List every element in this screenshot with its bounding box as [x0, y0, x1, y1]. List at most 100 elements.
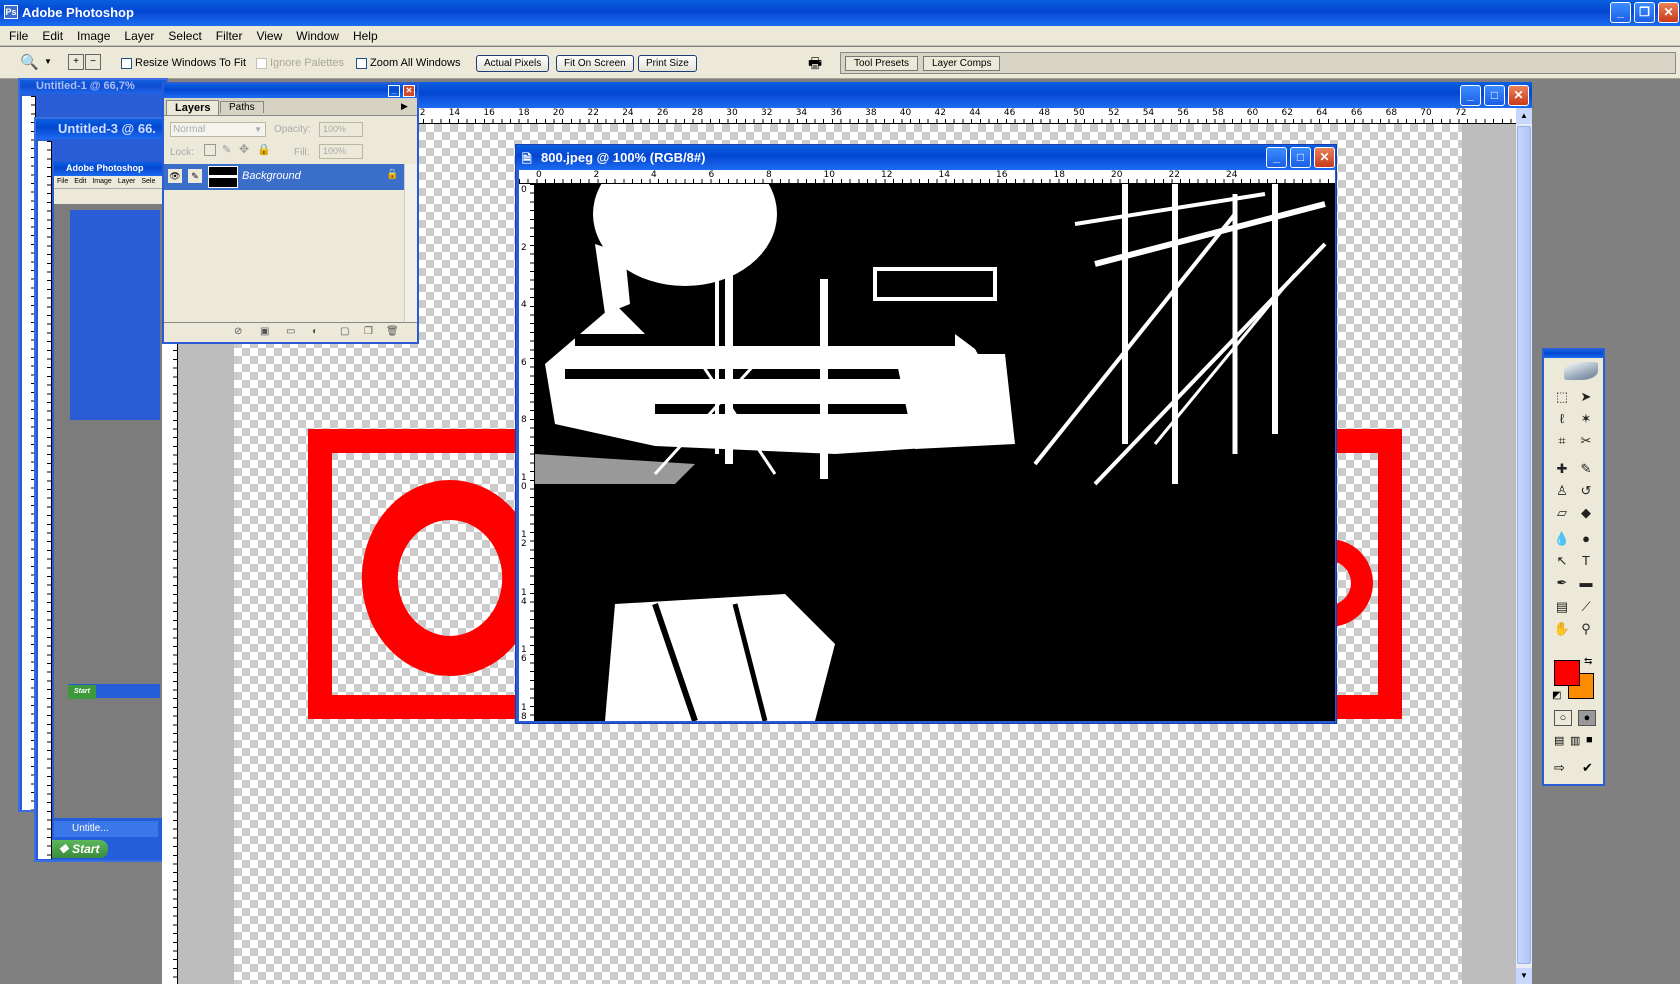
chevron-down-icon: ▼	[254, 125, 262, 134]
menu-file[interactable]: File	[2, 26, 35, 46]
menu-view[interactable]: View	[249, 26, 289, 46]
slice-icon[interactable]: ✂	[1576, 432, 1596, 450]
main-doc-v-scrollbar[interactable]: ▲ ▼	[1516, 108, 1532, 984]
blur-icon[interactable]: 💧	[1552, 530, 1572, 548]
screen-mode-standard-icon[interactable]: ▤	[1554, 734, 1564, 747]
fill-label: Fill:	[294, 147, 310, 158]
tab-paths[interactable]: Paths	[220, 101, 264, 113]
zoom-tool-icon[interactable]: 🔍	[20, 53, 39, 71]
eye-icon[interactable]: 👁	[168, 169, 182, 183]
scroll-up-icon[interactable]: ▲	[1516, 108, 1532, 124]
new-layer-icon[interactable]: ❐	[364, 326, 373, 337]
lock-brush-icon[interactable]: ✎	[222, 143, 231, 156]
menu-filter[interactable]: Filter	[209, 26, 250, 46]
quick-mask-icon[interactable]: ●	[1578, 710, 1596, 726]
crop-icon[interactable]: ⌗	[1552, 432, 1572, 450]
healing-brush-icon[interactable]: ✚	[1552, 460, 1572, 478]
nested-photoshop-window[interactable]: Adobe Photoshop File Edit Image Layer Sele S…	[52, 160, 164, 850]
image-minimize-button[interactable]: _	[1266, 147, 1287, 168]
photo-content[interactable]	[535, 184, 1335, 721]
ruler-label: 34	[795, 108, 808, 118]
clone-stamp-icon[interactable]: ♙	[1552, 482, 1572, 500]
move-icon[interactable]: ➤	[1576, 388, 1596, 406]
zoom-out-icon[interactable]: −	[85, 54, 101, 70]
scroll-thumb[interactable]	[1517, 126, 1531, 964]
app-minimize-button[interactable]: _	[1610, 2, 1631, 23]
layer-mask-icon[interactable]: ▭	[286, 326, 295, 337]
paint-bucket-icon[interactable]: ◆	[1576, 504, 1596, 522]
menu-help[interactable]: Help	[346, 26, 385, 46]
ruler-label: 68	[1385, 108, 1398, 118]
zoom-in-icon[interactable]: +	[68, 54, 84, 70]
hand-icon[interactable]: ✋	[1552, 620, 1572, 638]
printer-icon[interactable]: 🖶	[808, 53, 822, 78]
eyedropper-icon[interactable]: ⟋	[1576, 598, 1596, 616]
app-close-button[interactable]: ✕	[1658, 2, 1679, 23]
lock-all-icon[interactable]: 🔒	[257, 143, 271, 156]
menu-edit[interactable]: Edit	[35, 26, 70, 46]
taskbar-task-button[interactable]: Untitle...	[54, 821, 158, 837]
scroll-down-icon[interactable]: ▼	[1516, 968, 1532, 984]
path-select-icon[interactable]: ↖	[1552, 552, 1572, 570]
blend-mode-select[interactable]: Normal ▼	[170, 122, 266, 137]
palette-minimize-button[interactable]: _	[388, 85, 400, 97]
zoom-all-windows-checkbox[interactable]: Zoom All Windows	[356, 57, 460, 69]
menu-image[interactable]: Image	[70, 26, 117, 46]
tab-layer-comps[interactable]: Layer Comps	[923, 56, 1001, 71]
layers-scrollbar[interactable]	[404, 164, 417, 322]
resize-windows-checkbox[interactable]: Resize Windows To Fit	[121, 57, 246, 69]
default-colors-icon[interactable]: ◩	[1552, 690, 1561, 701]
fill-input[interactable]: 100%	[319, 144, 363, 159]
shape-icon[interactable]: ▬	[1576, 574, 1596, 592]
tab-tool-presets[interactable]: Tool Presets	[845, 56, 919, 71]
lock-transparency-icon[interactable]	[204, 144, 216, 156]
print-size-button[interactable]: Print Size	[638, 55, 697, 72]
foreground-color-swatch[interactable]	[1554, 660, 1580, 686]
type-icon[interactable]: T	[1576, 552, 1596, 570]
lock-move-icon[interactable]: ✥	[239, 142, 249, 156]
jump-to-imageready-icon[interactable]: ⇨	[1554, 760, 1565, 776]
palette-close-button[interactable]: ✕	[403, 85, 415, 97]
commit-icon[interactable]: ✔	[1582, 760, 1593, 776]
pen-icon[interactable]: ✒	[1552, 574, 1572, 592]
layer-style-icon[interactable]: ▣	[260, 326, 269, 337]
ruler-label: 2	[593, 170, 600, 180]
brush-icon[interactable]: ✎	[1576, 460, 1596, 478]
new-group-icon[interactable]: ▢	[340, 326, 349, 337]
lasso-icon[interactable]: ℓ	[1552, 410, 1572, 428]
history-brush-icon[interactable]: ↺	[1576, 482, 1596, 500]
main-doc-close-button[interactable]: ✕	[1508, 85, 1529, 106]
image-maximize-button[interactable]: □	[1290, 147, 1311, 168]
app-restore-button[interactable]: ❐	[1634, 2, 1655, 23]
adjustment-layer-icon[interactable]: ◐	[312, 326, 318, 337]
nested-menu-file: File	[57, 178, 69, 185]
image-window[interactable]: 🗎 800.jpeg @ 100% (RGB/8#) _ □ ✕ 0 2 4 6 8 10…	[515, 144, 1337, 724]
screen-mode-full-icon[interactable]: ■	[1586, 734, 1593, 746]
main-doc-minimize-button[interactable]: _	[1460, 85, 1481, 106]
link-layers-icon[interactable]: ⊘	[234, 326, 242, 337]
standard-mode-icon[interactable]: ○	[1554, 710, 1572, 726]
eraser-icon[interactable]: ▱	[1552, 504, 1572, 522]
opacity-input[interactable]: 100%	[319, 122, 363, 137]
menu-layer[interactable]: Layer	[117, 26, 161, 46]
palette-menu-icon[interactable]: ▶	[401, 101, 408, 112]
tab-layers[interactable]: Layers	[166, 100, 220, 115]
actual-pixels-button[interactable]: Actual Pixels	[476, 55, 550, 72]
magic-wand-icon[interactable]: ✶	[1576, 410, 1596, 428]
start-button[interactable]: ❖ Start	[52, 840, 108, 858]
notes-icon[interactable]: ▤	[1552, 598, 1572, 616]
layer-row-background[interactable]: 👁 ✎ Background 🔒	[164, 164, 404, 190]
trash-icon[interactable]: 🗑	[386, 326, 399, 337]
main-doc-maximize-button[interactable]: □	[1484, 85, 1505, 106]
zoom-icon[interactable]: ⚲	[1576, 620, 1596, 638]
chevron-down-icon[interactable]: ▼	[44, 57, 52, 66]
dodge-icon[interactable]: ●	[1576, 530, 1596, 548]
screen-mode-full-menu-icon[interactable]: ▥	[1570, 734, 1580, 747]
fit-on-screen-button[interactable]: Fit On Screen	[556, 55, 634, 72]
menu-select[interactable]: Select	[161, 26, 208, 46]
image-close-button[interactable]: ✕	[1314, 147, 1335, 168]
brush-link-icon[interactable]: ✎	[188, 169, 202, 183]
swap-colors-icon[interactable]: ⇆	[1584, 656, 1592, 667]
menu-window[interactable]: Window	[289, 26, 346, 46]
marquee-icon[interactable]: ⬚	[1552, 388, 1572, 406]
